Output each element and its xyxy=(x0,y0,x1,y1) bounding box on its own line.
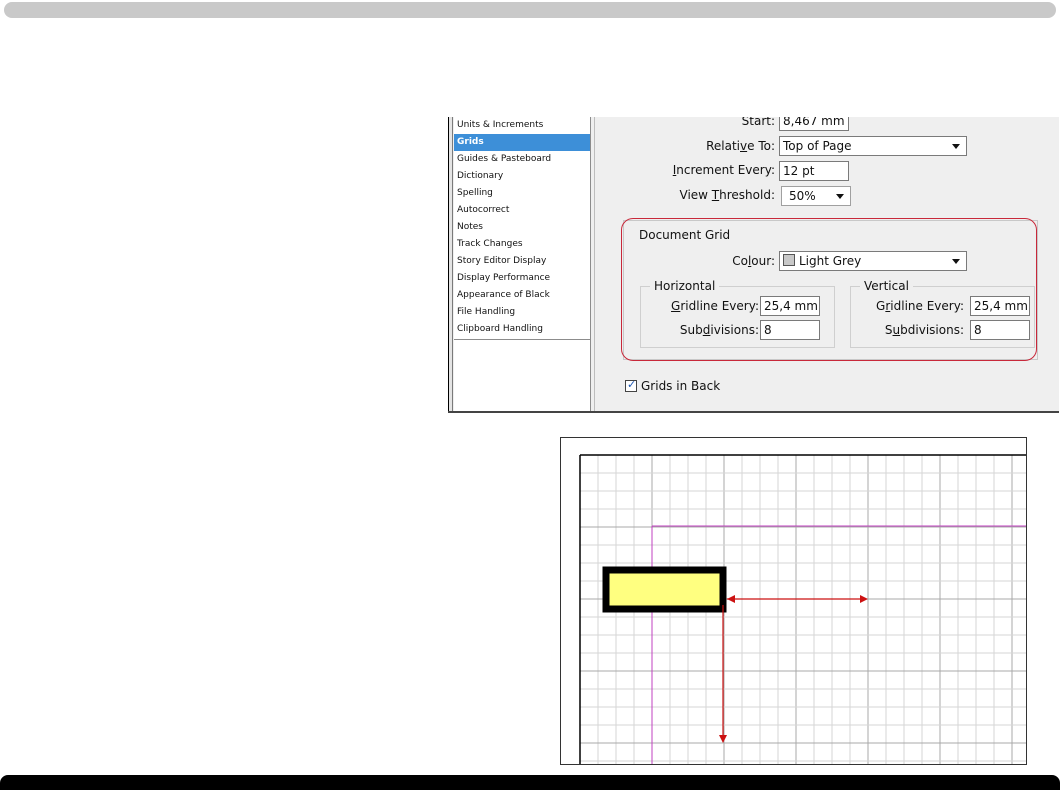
h-gridline-label-b: ridline Every: xyxy=(680,299,759,313)
h-gridline-label-u: G xyxy=(671,299,681,313)
sidebar-item-autocorrect[interactable]: Autocorrect xyxy=(454,202,590,219)
horizontal-gridline-label: Gridline Every: xyxy=(671,299,759,313)
sidebar-item-notes[interactable]: Notes xyxy=(454,219,590,236)
chevron-down-icon xyxy=(952,259,960,264)
sidebar-item-grids[interactable]: Grids xyxy=(454,134,590,151)
vertical-title: Vertical xyxy=(860,279,913,293)
grids-in-back-checkbox[interactable]: ✓ xyxy=(625,378,637,392)
v-subdiv-label-u: u xyxy=(892,323,901,337)
colour-value: Light Grey xyxy=(799,254,862,268)
h-subdiv-label-a: Sub xyxy=(679,323,703,337)
dialog-left-frame xyxy=(448,117,453,413)
sidebar-item-display-performance[interactable]: Display Performance xyxy=(454,270,590,287)
v-gridline-label-b: idline Every: xyxy=(890,299,964,313)
relative-to-label-a: Relati xyxy=(706,139,741,153)
document-grid-title: Document Grid xyxy=(635,228,735,242)
view-threshold-label: View Threshold: xyxy=(680,188,776,202)
start-label: Start: xyxy=(742,117,775,128)
sidebar-item-appearance-of-black[interactable]: Appearance of Black xyxy=(454,287,590,304)
sidebar-item-dictionary[interactable]: Dictionary xyxy=(454,168,590,185)
horizontal-subdivisions-input[interactable]: 8 xyxy=(760,320,820,340)
start-label-text: Start: xyxy=(741,117,775,128)
sidebar-item-file-handling[interactable]: File Handling xyxy=(454,304,590,321)
colour-label: Colour: xyxy=(732,254,775,268)
top-decorative-bar xyxy=(4,2,1056,18)
sidebar-item-guides-pasteboard[interactable]: Guides & Pasteboard xyxy=(454,151,590,168)
horizontal-gridline-value: 25,4 mm xyxy=(764,299,818,313)
view-threshold-select[interactable]: 50% xyxy=(781,186,851,206)
start-input[interactable]: 8,467 mm xyxy=(779,117,849,131)
sidebar-item-story-editor-display[interactable]: Story Editor Display xyxy=(454,253,590,270)
panel-divider xyxy=(591,117,595,411)
threshold-label-b: hreshold: xyxy=(719,188,775,202)
sidebar-item-units-increments[interactable]: Units & Increments xyxy=(454,117,590,134)
view-threshold-value: 50% xyxy=(789,189,816,203)
increment-every-input[interactable]: 12 pt xyxy=(779,161,849,181)
vertical-gridline-label: Gridline Every: xyxy=(876,299,964,313)
text-frame[interactable] xyxy=(602,566,727,613)
increment-label-b: ncrement Every: xyxy=(676,163,775,177)
colour-label-a: Co xyxy=(732,254,748,268)
vertical-subdivisions-label: Subdivisions: xyxy=(885,323,964,337)
checkmark-icon: ✓ xyxy=(627,378,637,391)
v-gridline-label-a: G xyxy=(876,299,886,313)
relative-to-label: Relative To: xyxy=(706,139,775,153)
horizontal-title: Horizontal xyxy=(650,279,720,293)
v-subdiv-label-b: bdivisions: xyxy=(900,323,964,337)
document-grid-illustration xyxy=(560,437,1027,765)
preferences-sidebar: Units & Increments Grids Guides & Pasteb… xyxy=(454,117,591,411)
start-input-value: 8,467 mm xyxy=(783,117,845,128)
colour-label-b: our: xyxy=(751,254,775,268)
preferences-dialog: Units & Increments Grids Guides & Pasteb… xyxy=(448,117,1059,413)
v-subdiv-label-a: S xyxy=(884,323,893,337)
bottom-decorative-bar xyxy=(0,775,1060,790)
colour-swatch-icon xyxy=(783,254,795,266)
vertical-gridline-input[interactable]: 25,4 mm xyxy=(970,296,1030,316)
h-subdiv-label-b: ivisions: xyxy=(710,323,759,337)
horizontal-gridline-input[interactable]: 25,4 mm xyxy=(760,296,820,316)
grids-in-back-label: Grids in Back xyxy=(641,379,721,393)
horizontal-subdivisions-value: 8 xyxy=(764,323,772,337)
increment-every-value: 12 pt xyxy=(783,164,815,178)
threshold-label-a: View xyxy=(679,188,712,202)
vertical-subdivisions-input[interactable]: 8 xyxy=(970,320,1030,340)
sidebar-item-spelling[interactable]: Spelling xyxy=(454,185,590,202)
colour-select[interactable]: Light Grey xyxy=(779,251,967,271)
sidebar-empty-area xyxy=(454,340,590,411)
sidebar-item-clipboard-handling[interactable]: Clipboard Handling xyxy=(454,321,590,338)
relative-to-label-b: e To: xyxy=(747,139,775,153)
dialog-bottom-frame xyxy=(448,411,1059,413)
chevron-down-icon xyxy=(952,144,960,149)
increment-every-label: Increment Every: xyxy=(673,163,775,177)
sidebar-item-track-changes[interactable]: Track Changes xyxy=(454,236,590,253)
vertical-subdivisions-value: 8 xyxy=(974,323,982,337)
vertical-gridline-value: 25,4 mm xyxy=(974,299,1028,313)
sidebar-list: Units & Increments Grids Guides & Pasteb… xyxy=(454,117,590,340)
relative-to-value: Top of Page xyxy=(783,139,852,153)
horizontal-subdivisions-label: Subdivisions: xyxy=(680,323,759,337)
chevron-down-icon xyxy=(836,194,844,199)
relative-to-select[interactable]: Top of Page xyxy=(779,136,967,156)
